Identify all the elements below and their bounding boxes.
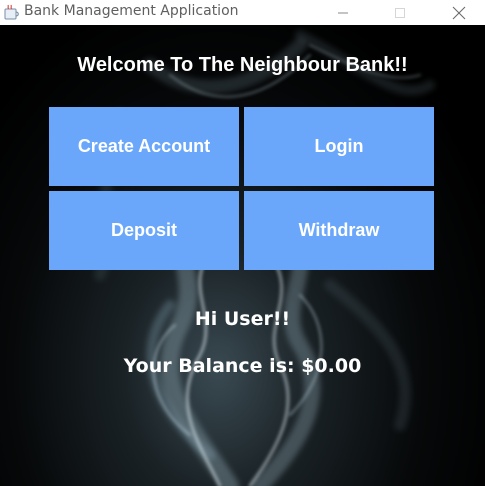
title-bar[interactable]: Bank Management Application — [0, 0, 485, 25]
deposit-button[interactable]: Deposit — [49, 191, 239, 270]
close-button[interactable] — [436, 0, 482, 25]
main-panel: Welcome To The Neighbour Bank!! Create A… — [0, 25, 485, 486]
welcome-heading: Welcome To The Neighbour Bank!! — [77, 54, 408, 76]
window-title: Bank Management Application — [24, 3, 239, 19]
login-button[interactable]: Login — [244, 107, 434, 186]
java-app-icon — [4, 4, 19, 20]
withdraw-button[interactable]: Withdraw — [244, 191, 434, 270]
maximize-button[interactable] — [377, 0, 423, 25]
minimize-icon — [338, 12, 348, 13]
maximize-icon — [395, 7, 405, 18]
balance-label: Your Balance is: $0.00 — [123, 355, 362, 377]
minimize-button[interactable] — [320, 0, 366, 25]
create-account-button[interactable]: Create Account — [49, 107, 239, 186]
user-greeting: Hi User!! — [194, 308, 291, 330]
close-icon — [452, 6, 466, 19]
